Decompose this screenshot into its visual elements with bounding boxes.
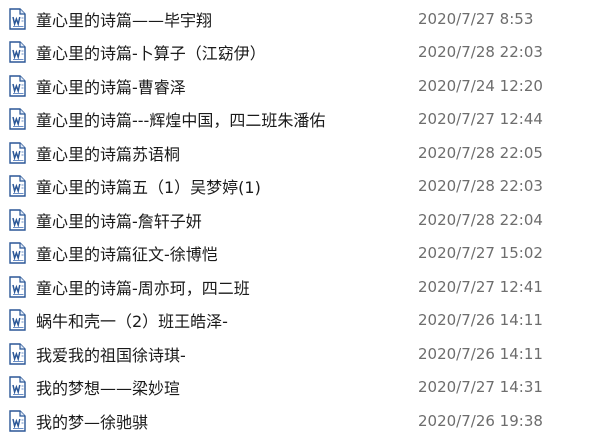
file-name[interactable]: 童心里的诗篇——毕宇翔 xyxy=(36,7,212,31)
file-row[interactable]: 我的梦—徐驰骐 2020/7/26 19:38 xyxy=(0,404,600,438)
file-name[interactable]: 童心里的诗篇征文-徐博恺 xyxy=(36,241,218,265)
word-document-icon xyxy=(8,209,28,231)
file-row[interactable]: 童心里的诗篇五（1）吴梦婷(1) 2020/7/28 22:03 xyxy=(0,170,600,204)
file-row[interactable]: 童心里的诗篇-詹轩子妍 2020/7/28 22:04 xyxy=(0,203,600,237)
word-document-icon xyxy=(8,108,28,130)
file-list: 童心里的诗篇——毕宇翔 2020/7/27 8:53 童心里的诗篇-卜算子（江窈… xyxy=(0,0,600,438)
word-document-icon xyxy=(8,242,28,264)
file-date: 2020/7/26 14:11 xyxy=(418,311,543,330)
file-name[interactable]: 我的梦想——梁妙瑄 xyxy=(36,375,180,399)
file-row[interactable]: 童心里的诗篇征文-徐博恺 2020/7/27 15:02 xyxy=(0,237,600,271)
word-document-icon xyxy=(8,376,28,398)
word-document-icon xyxy=(8,276,28,298)
file-row[interactable]: 童心里的诗篇-曹睿泽 2020/7/24 12:20 xyxy=(0,69,600,103)
file-name[interactable]: 童心里的诗篇-卜算子（江窈伊） xyxy=(36,40,266,64)
file-row[interactable]: 童心里的诗篇——毕宇翔 2020/7/27 8:53 xyxy=(0,2,600,36)
file-name[interactable]: 我爱我的祖国徐诗琪- xyxy=(36,342,186,366)
word-document-icon xyxy=(8,343,28,365)
file-name[interactable]: 童心里的诗篇苏语桐 xyxy=(36,141,180,165)
file-row[interactable]: 我的梦想——梁妙瑄 2020/7/27 14:31 xyxy=(0,371,600,405)
word-document-icon xyxy=(8,142,28,164)
file-row[interactable]: 童心里的诗篇-卜算子（江窈伊） 2020/7/28 22:03 xyxy=(0,36,600,70)
file-date: 2020/7/27 15:02 xyxy=(418,244,543,263)
file-name[interactable]: 童心里的诗篇五（1）吴梦婷(1) xyxy=(36,174,261,198)
file-date: 2020/7/28 22:03 xyxy=(418,43,543,62)
word-document-icon xyxy=(8,410,28,432)
file-date: 2020/7/28 22:03 xyxy=(418,177,543,196)
file-date: 2020/7/27 12:41 xyxy=(418,277,543,296)
file-row[interactable]: 童心里的诗篇---辉煌中国，四二班朱潘佑 2020/7/27 12:44 xyxy=(0,103,600,137)
word-document-icon xyxy=(8,309,28,331)
word-document-icon xyxy=(8,8,28,30)
word-document-icon xyxy=(8,175,28,197)
word-document-icon xyxy=(8,41,28,63)
file-name[interactable]: 蜗牛和壳一（2）班王皓泽- xyxy=(36,308,228,332)
file-date: 2020/7/28 22:04 xyxy=(418,210,543,229)
file-date: 2020/7/26 19:38 xyxy=(418,411,543,430)
file-date: 2020/7/24 12:20 xyxy=(418,76,543,95)
file-date: 2020/7/26 14:11 xyxy=(418,344,543,363)
file-date: 2020/7/27 12:44 xyxy=(418,110,543,129)
file-date: 2020/7/27 14:31 xyxy=(418,378,543,397)
file-name[interactable]: 我的梦—徐驰骐 xyxy=(36,409,148,433)
file-name[interactable]: 童心里的诗篇-詹轩子妍 xyxy=(36,208,202,232)
file-date: 2020/7/27 8:53 xyxy=(418,9,534,28)
file-name[interactable]: 童心里的诗篇-曹睿泽 xyxy=(36,74,186,98)
file-name[interactable]: 童心里的诗篇---辉煌中国，四二班朱潘佑 xyxy=(36,107,325,131)
file-row[interactable]: 我爱我的祖国徐诗琪- 2020/7/26 14:11 xyxy=(0,337,600,371)
file-row[interactable]: 童心里的诗篇苏语桐 2020/7/28 22:05 xyxy=(0,136,600,170)
file-row[interactable]: 童心里的诗篇-周亦珂，四二班 2020/7/27 12:41 xyxy=(0,270,600,304)
file-row[interactable]: 蜗牛和壳一（2）班王皓泽- 2020/7/26 14:11 xyxy=(0,304,600,338)
file-name[interactable]: 童心里的诗篇-周亦珂，四二班 xyxy=(36,275,250,299)
word-document-icon xyxy=(8,75,28,97)
file-date: 2020/7/28 22:05 xyxy=(418,143,543,162)
